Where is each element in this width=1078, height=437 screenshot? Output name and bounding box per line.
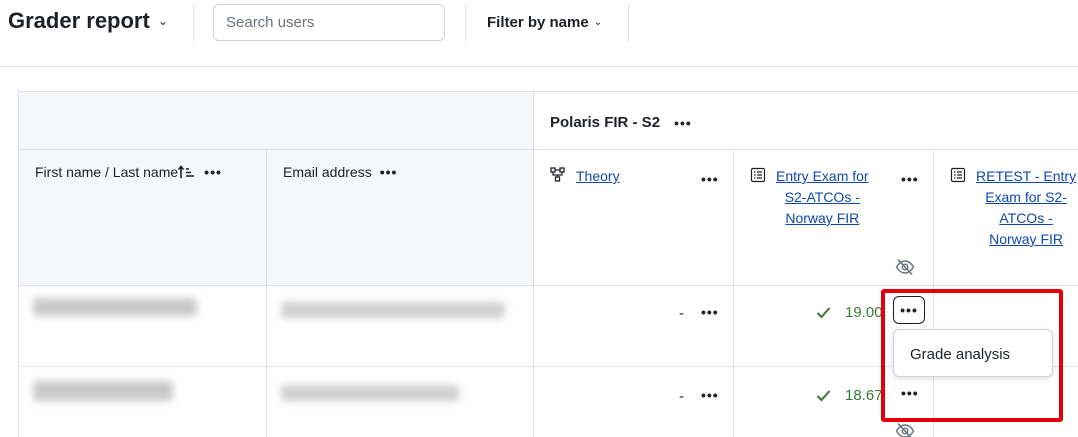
- theory-grade-value: -: [679, 388, 684, 405]
- blurred-user-email: [281, 302, 505, 318]
- entry-exam-column-header: Entry Exam for S2-ATCOs - Norway FIR •••: [734, 150, 934, 286]
- retest-column-header: RETEST - Entry Exam for S2- ATCOs - Norw…: [934, 150, 1078, 286]
- search-users-input[interactable]: [213, 4, 445, 41]
- chevron-down-icon: ⌄: [593, 17, 603, 28]
- email-column-label[interactable]: Email address: [283, 164, 372, 180]
- hidden-eye-icon: [895, 258, 915, 276]
- category-spacer: [19, 92, 534, 150]
- chevron-down-icon[interactable]: ⌄: [158, 14, 168, 28]
- divider: [628, 4, 629, 42]
- report-selector[interactable]: Grader report ⌄: [8, 8, 168, 34]
- grade-actions-menu: Grade analysis: [893, 329, 1053, 377]
- page-title[interactable]: Grader report: [8, 8, 150, 34]
- name-column-actions-icon[interactable]: •••: [204, 165, 222, 179]
- theory-grade-value: -: [679, 305, 684, 322]
- filter-label: Filter by name: [487, 14, 589, 31]
- name-column-header: First name / Last name •••: [19, 150, 267, 286]
- blurred-user-name: [33, 298, 197, 316]
- retest-label-line: ATCOs -: [999, 210, 1053, 226]
- quiz-icon: [750, 167, 766, 183]
- entry-exam-grade-cell: 18.67 •••: [734, 367, 934, 437]
- theory-column-header: Theory •••: [534, 150, 734, 286]
- entry-exam-grade: 19.00: [816, 304, 883, 321]
- sort-ascending-icon[interactable]: [178, 165, 196, 179]
- entry-exam-grade-value: 19.00: [845, 304, 883, 321]
- grade-analysis-menu-item[interactable]: Grade analysis: [910, 346, 1010, 363]
- retest-label-line: RETEST - Entry: [976, 168, 1077, 184]
- table-row-name-cell: [19, 286, 267, 367]
- category-icon: [550, 167, 565, 182]
- theory-actions-icon[interactable]: •••: [701, 172, 719, 186]
- entry-exam-actions-icon[interactable]: •••: [901, 172, 919, 186]
- theory-grade-actions-icon[interactable]: •••: [701, 305, 719, 319]
- check-icon: [816, 390, 831, 402]
- hidden-eye-icon: [895, 422, 915, 437]
- quiz-icon: [950, 167, 966, 183]
- theory-grade-actions-icon[interactable]: •••: [701, 388, 719, 402]
- divider: [465, 4, 466, 42]
- retest-column-link[interactable]: RETEST - Entry Exam for S2- ATCOs - Norw…: [976, 166, 1076, 250]
- retest-grade-cell: [934, 367, 1078, 437]
- retest-label-line: Norway FIR: [989, 231, 1063, 247]
- table-row-email-cell: [267, 367, 534, 437]
- table-row-email-cell: [267, 286, 534, 367]
- table-row-name-cell: [19, 367, 267, 437]
- category-header: Polaris FIR - S2 •••: [534, 92, 1078, 150]
- filter-by-name-button[interactable]: Filter by name ⌄: [487, 14, 602, 31]
- category-actions-icon[interactable]: •••: [674, 116, 692, 130]
- entry-exam-label-line: Entry Exam for: [776, 168, 869, 184]
- email-column-header: Email address •••: [267, 150, 534, 286]
- name-column-label[interactable]: First name / Last name: [35, 164, 178, 180]
- entry-exam-column-link[interactable]: Entry Exam for S2-ATCOs - Norway FIR: [776, 166, 869, 229]
- blurred-user-email: [281, 385, 459, 401]
- entry-exam-grade-actions-icon[interactable]: •••: [901, 386, 919, 400]
- grader-table: Polaris FIR - S2 ••• First name / Last n…: [18, 91, 1078, 437]
- blurred-user-name: [33, 381, 173, 401]
- report-toolbar: Grader report ⌄ Filter by name ⌄: [0, 0, 1078, 67]
- entry-exam-label-line: Norway FIR: [785, 210, 860, 226]
- category-title: Polaris FIR - S2: [550, 114, 661, 131]
- email-column-actions-icon[interactable]: •••: [380, 165, 398, 179]
- divider: [193, 4, 194, 42]
- theory-grade-cell: - •••: [534, 286, 734, 367]
- check-icon: [816, 307, 831, 319]
- grade-actions-button[interactable]: •••: [893, 296, 925, 324]
- entry-exam-grade-value: 18.67: [845, 387, 883, 404]
- entry-exam-grade: 18.67: [816, 387, 883, 404]
- more-actions-icon: •••: [900, 302, 918, 318]
- theory-grade-cell: - •••: [534, 367, 734, 437]
- theory-column-link[interactable]: Theory: [576, 166, 620, 187]
- retest-label-line: Exam for S2-: [985, 189, 1067, 205]
- entry-exam-label-line: S2-ATCOs -: [784, 189, 860, 205]
